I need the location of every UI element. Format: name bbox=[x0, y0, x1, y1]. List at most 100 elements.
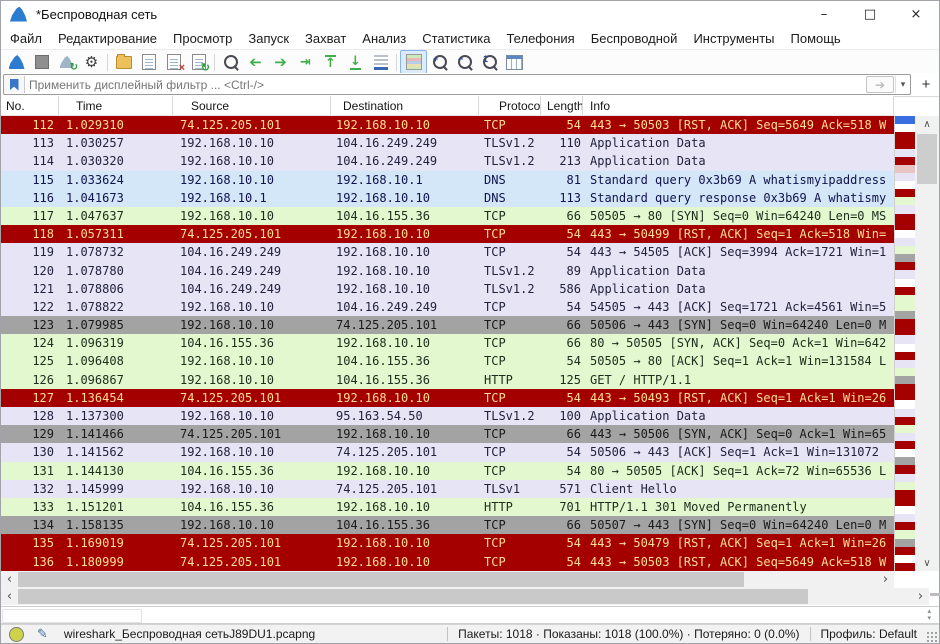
filter-history-dropdown[interactable]: ▾ bbox=[895, 76, 910, 93]
scroll-right-arrow-icon[interactable]: › bbox=[877, 571, 894, 588]
scroll-left-arrow-icon[interactable]: ‹ bbox=[1, 571, 18, 588]
horizontal-scrollbar-lower[interactable]: ‹ › bbox=[1, 588, 929, 605]
capture-filename[interactable]: wireshark_Беспроводная сетьJ89DU1.pcapng bbox=[64, 627, 315, 641]
minimize-button[interactable]: – bbox=[801, 1, 847, 27]
capture-stop-icon[interactable] bbox=[29, 51, 54, 73]
file-open-icon[interactable] bbox=[111, 51, 136, 73]
packet-row-124[interactable]: 1241.096319104.16.155.36192.168.10.10TCP… bbox=[1, 334, 894, 352]
packet-row-135[interactable]: 1351.16901974.125.205.101192.168.10.10TC… bbox=[1, 534, 894, 552]
expert-info-icon[interactable] bbox=[9, 627, 24, 642]
capture-options-icon[interactable] bbox=[79, 51, 104, 73]
horizontal-scrollbar-list[interactable]: ‹ › bbox=[1, 571, 894, 588]
menu-файл[interactable]: Файл bbox=[2, 29, 50, 48]
menu-запуск[interactable]: Запуск bbox=[240, 29, 297, 48]
pane-splitter-handle[interactable] bbox=[930, 593, 940, 596]
packet-row-113[interactable]: 1131.030257192.168.10.10104.16.249.249TL… bbox=[1, 134, 894, 152]
packet-row-122[interactable]: 1221.078822192.168.10.10104.16.249.249TC… bbox=[1, 298, 894, 316]
cell-len: 81 bbox=[541, 171, 583, 189]
cell-len: 54 bbox=[541, 225, 583, 243]
packet-row-125[interactable]: 1251.096408192.168.10.10104.16.155.36TCP… bbox=[1, 352, 894, 370]
find-packet-icon[interactable] bbox=[218, 51, 243, 73]
menu-инструменты[interactable]: Инструменты bbox=[685, 29, 782, 48]
scroll-down-arrow-icon[interactable]: ∨ bbox=[915, 555, 939, 571]
packet-row-129[interactable]: 1291.14146674.125.205.101192.168.10.10TC… bbox=[1, 425, 894, 443]
vertical-scrollbar-thumb[interactable] bbox=[917, 134, 937, 184]
file-close-icon[interactable]: × bbox=[161, 51, 186, 73]
go-top-icon[interactable]: ↑ bbox=[318, 51, 343, 73]
capture-comment-icon[interactable]: ✎ bbox=[37, 627, 48, 642]
packet-row-118[interactable]: 1181.05731174.125.205.101192.168.10.10TC… bbox=[1, 225, 894, 243]
packet-row-123[interactable]: 1231.079985192.168.10.1074.125.205.101TC… bbox=[1, 316, 894, 334]
filter-add-button[interactable]: + bbox=[915, 75, 937, 94]
menu-редактирование[interactable]: Редактирование bbox=[50, 29, 165, 48]
go-back-icon[interactable]: ➔ bbox=[243, 51, 268, 73]
minimap-stripe bbox=[895, 344, 915, 352]
horizontal-scrollbar-thumb[interactable] bbox=[18, 589, 808, 604]
colorize-icon[interactable] bbox=[400, 50, 427, 74]
packet-row-127[interactable]: 1271.13645474.125.205.101192.168.10.10TC… bbox=[1, 389, 894, 407]
menu-просмотр[interactable]: Просмотр bbox=[165, 29, 240, 48]
scroll-up-arrow-icon[interactable]: ∧ bbox=[915, 116, 939, 132]
packet-row-126[interactable]: 1261.096867192.168.10.10104.16.155.36HTT… bbox=[1, 371, 894, 389]
cell-dst: 192.168.10.10 bbox=[331, 189, 479, 207]
cell-info: Application Data bbox=[583, 262, 894, 280]
menu-помощь[interactable]: Помощь bbox=[783, 29, 849, 48]
filter-apply-button[interactable]: ➔ bbox=[866, 76, 894, 93]
maximize-button[interactable]: □ bbox=[847, 1, 893, 27]
column-header-info[interactable]: Info bbox=[583, 96, 894, 115]
packet-row-121[interactable]: 1211.078806104.16.249.249192.168.10.10TL… bbox=[1, 280, 894, 298]
menu-захват[interactable]: Захват bbox=[297, 29, 354, 48]
zoom-original-icon[interactable]: 1 bbox=[477, 51, 502, 73]
packet-row-116[interactable]: 1161.041673192.168.10.1192.168.10.10DNS1… bbox=[1, 189, 894, 207]
menu-беспроводной[interactable]: Беспроводной bbox=[583, 29, 686, 48]
horizontal-scrollbar-thumb[interactable] bbox=[18, 572, 744, 587]
packet-row-119[interactable]: 1191.078732104.16.249.249192.168.10.10TC… bbox=[1, 243, 894, 261]
packet-row-112[interactable]: 1121.02931074.125.205.101192.168.10.10TC… bbox=[1, 116, 894, 134]
minimap-stripe bbox=[895, 116, 915, 124]
go-to-packet-icon[interactable]: ⇥ bbox=[293, 51, 318, 73]
zoom-in-icon[interactable]: + bbox=[427, 51, 452, 73]
column-header-no[interactable]: No. bbox=[1, 96, 59, 115]
column-header-length[interactable]: Length bbox=[541, 96, 583, 115]
packet-row-115[interactable]: 1151.033624192.168.10.10192.168.10.1DNS8… bbox=[1, 171, 894, 189]
menu-анализ[interactable]: Анализ bbox=[354, 29, 414, 48]
resize-columns-icon[interactable] bbox=[502, 51, 527, 73]
packet-row-117[interactable]: 1171.047637192.168.10.10104.16.155.36TCP… bbox=[1, 207, 894, 225]
packet-minimap[interactable] bbox=[894, 116, 915, 571]
menu-статистика[interactable]: Статистика bbox=[414, 29, 498, 48]
filter-bookmark-button[interactable] bbox=[4, 76, 25, 93]
collapsed-pane-field bbox=[2, 609, 142, 623]
scroll-right-arrow-icon[interactable]: › bbox=[912, 588, 929, 605]
scroll-left-arrow-icon[interactable]: ‹ bbox=[1, 588, 18, 605]
packet-row-128[interactable]: 1281.137300192.168.10.1095.163.54.50TLSv… bbox=[1, 407, 894, 425]
file-reload-icon[interactable]: ↻ bbox=[186, 51, 211, 73]
spinner-arrows-icon[interactable]: ▴▾ bbox=[927, 608, 931, 622]
column-header-protocol[interactable]: Protocol bbox=[479, 96, 541, 115]
packet-row-114[interactable]: 1141.030320192.168.10.10104.16.249.249TL… bbox=[1, 152, 894, 170]
packet-row-136[interactable]: 1361.18099974.125.205.101192.168.10.10TC… bbox=[1, 553, 894, 571]
auto-scroll-icon[interactable] bbox=[368, 51, 393, 73]
packet-row-134[interactable]: 1341.158135192.168.10.10104.16.155.36TCP… bbox=[1, 516, 894, 534]
column-header-time[interactable]: Time bbox=[59, 96, 173, 115]
close-button[interactable]: × bbox=[893, 1, 939, 27]
packet-row-130[interactable]: 1301.141562192.168.10.1074.125.205.101TC… bbox=[1, 443, 894, 461]
packet-row-131[interactable]: 1311.144130104.16.155.36192.168.10.10TCP… bbox=[1, 462, 894, 480]
capture-restart-icon[interactable]: ↻ bbox=[54, 51, 79, 73]
column-header-destination[interactable]: Destination bbox=[331, 96, 479, 115]
resize-grip[interactable] bbox=[926, 631, 937, 642]
packet-row-120[interactable]: 1201.078780104.16.249.249192.168.10.10TL… bbox=[1, 262, 894, 280]
menu-телефония[interactable]: Телефония bbox=[498, 29, 582, 48]
vertical-scrollbar[interactable]: ∧ ∨ bbox=[915, 116, 939, 571]
zoom-out-icon[interactable]: − bbox=[452, 51, 477, 73]
packet-row-132[interactable]: 1321.145999192.168.10.1074.125.205.101TL… bbox=[1, 480, 894, 498]
cell-time: 1.096867 bbox=[59, 371, 173, 389]
go-bottom-icon[interactable]: ↓ bbox=[343, 51, 368, 73]
cell-dst: 74.125.205.101 bbox=[331, 480, 479, 498]
display-filter-input[interactable] bbox=[25, 78, 866, 92]
packet-row-133[interactable]: 1331.151201104.16.155.36192.168.10.10HTT… bbox=[1, 498, 894, 516]
column-header-source[interactable]: Source bbox=[173, 96, 331, 115]
file-save-icon[interactable] bbox=[136, 51, 161, 73]
wireshark-start-icon[interactable] bbox=[4, 51, 29, 73]
profile-label[interactable]: Профиль: Default bbox=[812, 627, 927, 641]
go-forward-icon[interactable]: ➔ bbox=[268, 51, 293, 73]
